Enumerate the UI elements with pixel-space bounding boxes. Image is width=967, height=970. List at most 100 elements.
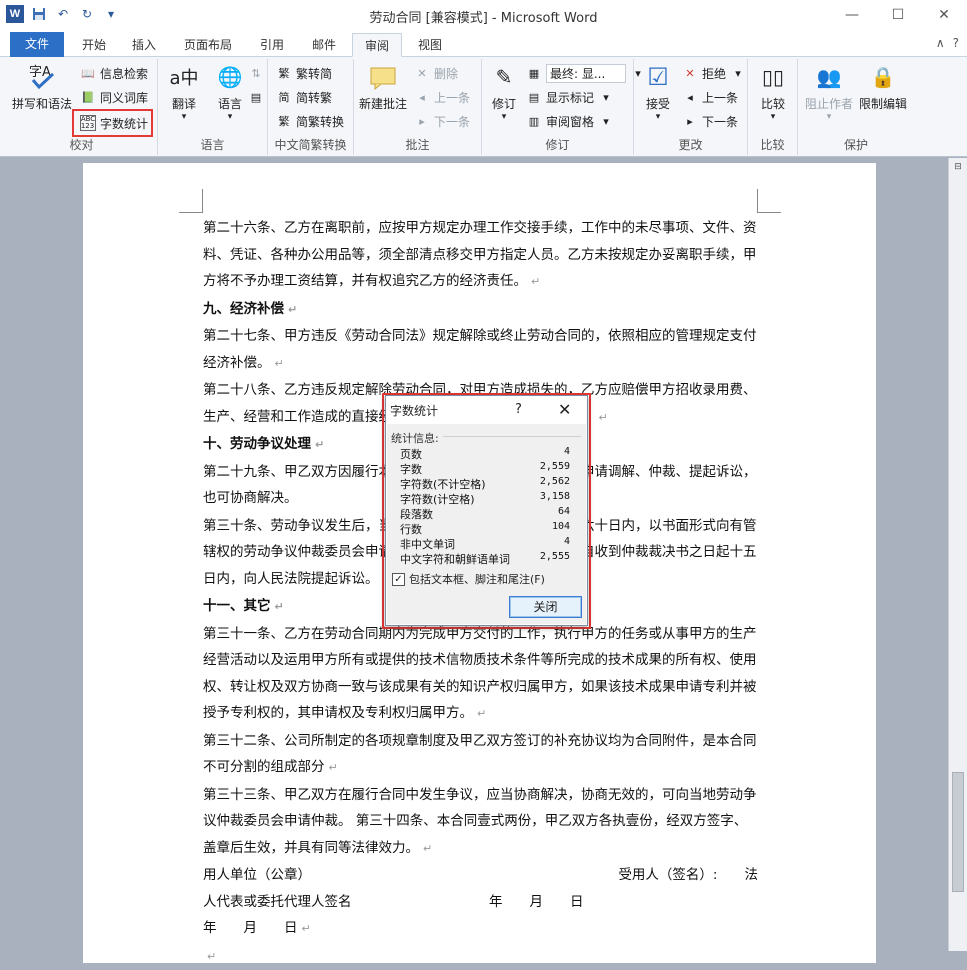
new-comment-button[interactable]: 新建批注 (356, 61, 410, 112)
dialog-help-button[interactable]: ? (515, 402, 522, 417)
show-markup-button[interactable]: ▤显示标记▾ (526, 87, 614, 107)
next-comment-button[interactable]: ▸下一条 (414, 111, 470, 131)
tab-page-layout[interactable]: 页面布局 (172, 33, 244, 57)
accept-button[interactable]: ☑ 接受▾ (638, 61, 678, 122)
language-button[interactable]: 🌐 语言▾ (208, 61, 252, 122)
restrict-editing-button[interactable]: 🔒 限制编辑 (856, 61, 910, 112)
research-icon: 📖 (80, 65, 96, 81)
group-label-changes: 更改 (634, 136, 747, 153)
paragraph-mark: ↵ (203, 943, 758, 970)
group-comments: 新建批注 ✕删除 ◂上一条 ▸下一条 批注 (354, 59, 482, 155)
prev-comment-button[interactable]: ◂上一条 (414, 87, 470, 107)
prev-change-icon: ◂ (682, 89, 698, 105)
tab-home[interactable]: 开始 (70, 33, 118, 57)
crop-mark (179, 189, 203, 213)
convert-button[interactable]: 繁简繁转换 (276, 111, 344, 131)
stat-row: 行数104 (400, 521, 570, 536)
tab-view[interactable]: 视图 (406, 33, 454, 57)
track-changes-icon: ✎ (488, 61, 520, 93)
checkbox[interactable]: ✓ (392, 573, 405, 586)
group-compare: ▯▯ 比较▾ 比较 (748, 59, 798, 155)
paragraph: 第三十二条、公司所制定的各项规章制度及甲乙双方签订的补充协议均为合同附件，是本合… (203, 728, 758, 782)
compare-icon: ▯▯ (757, 61, 789, 93)
next-change-button[interactable]: ▸下一条 (682, 111, 738, 131)
compare-button[interactable]: ▯▯ 比较▾ (752, 61, 794, 122)
signature-line: 年 月 日↵ (203, 915, 758, 943)
stat-row: 字数2,559 (400, 461, 570, 476)
close-button[interactable]: 关闭 (509, 596, 582, 618)
tab-review[interactable]: 审阅 (352, 33, 402, 57)
word-count-dialog: 字数统计 ? ✕ 统计信息: 页数4 字数2,559 字符数(不计空格)2,56… (385, 395, 588, 626)
to-simplified-icon: 繁 (276, 65, 292, 81)
minimize-button[interactable]: — (829, 0, 875, 30)
tab-references[interactable]: 引用 (248, 33, 296, 57)
display-review-icon: ▦ (526, 65, 542, 81)
include-textboxes-checkbox[interactable]: ✓ 包括文本框、脚注和尾注(F) (392, 571, 545, 587)
group-label-comments: 批注 (354, 136, 481, 153)
signature-line: 人代表或委托代理人签名年 月 日 (203, 889, 758, 916)
window-title: 劳动合同 [兼容模式] - Microsoft Word (0, 7, 967, 26)
to-simplified-button[interactable]: 繁繁转简 (276, 63, 332, 83)
minimize-ribbon-icon[interactable]: ∧ (936, 36, 945, 50)
ribbon: 字A 拼写和语法 📖信息检索 📗同义词库 ABC123字数统计 校对 a中 翻译… (0, 57, 967, 157)
help-icon[interactable]: ? (953, 36, 959, 50)
ribbon-tabs: 文件 开始 插入 页面布局 引用 邮件 审阅 视图 ∧ ? (0, 30, 967, 57)
thesaurus-button[interactable]: 📗同义词库 (80, 87, 148, 107)
crop-mark (757, 189, 781, 213)
group-label-tracking: 修订 (482, 136, 633, 153)
group-label-compare: 比较 (748, 136, 797, 153)
globe-icon: 🌐 (214, 61, 246, 93)
dialog-close-icon[interactable]: ✕ (558, 400, 571, 419)
spell-check-button[interactable]: 字A 拼写和语法 (10, 61, 74, 112)
delete-comment-button[interactable]: ✕删除 (414, 63, 458, 83)
paragraph: 第二十六条、乙方在离职前，应按甲方规定办理工作交接手续，工作中的未尽事项、文件、… (203, 215, 758, 296)
reviewing-pane-button[interactable]: ▥审阅窗格▾ (526, 111, 614, 131)
signature-line: 用人单位（公章）受用人（签名）: 法 (203, 862, 758, 889)
reviewing-pane-icon: ▥ (526, 113, 542, 129)
stat-row: 非中文单词4 (400, 536, 570, 551)
dialog-body: 统计信息: 页数4 字数2,559 字符数(不计空格)2,562 字符数(计空格… (387, 424, 586, 624)
research-button[interactable]: 📖信息检索 (80, 63, 148, 83)
next-change-icon: ▸ (682, 113, 698, 129)
language-option-icon[interactable]: ▤ (248, 87, 264, 107)
tab-insert[interactable]: 插入 (120, 33, 168, 57)
close-window-button[interactable]: ✕ (921, 0, 967, 30)
translate-button[interactable]: a中 翻译▾ (162, 61, 206, 122)
stat-row: 段落数64 (400, 506, 570, 521)
tab-mailings[interactable]: 邮件 (300, 33, 348, 57)
to-traditional-button[interactable]: 简简转繁 (276, 87, 332, 107)
tab-file[interactable]: 文件 (10, 32, 64, 57)
paragraph: 第三十三条、甲乙双方在履行合同中发生争议，应当协商解决，协商无效的，可向当地劳动… (203, 782, 758, 863)
maximize-button[interactable]: ☐ (875, 0, 921, 30)
spell-check-label: 拼写和语法 (12, 97, 72, 111)
group-label-protect: 保护 (798, 136, 914, 153)
reject-icon: ✕ (682, 65, 698, 81)
reject-button[interactable]: ✕拒绝▾ (682, 63, 746, 83)
group-label-language: 语言 (158, 136, 267, 153)
group-label-chinese: 中文简繁转换 (268, 136, 353, 153)
scroll-thumb[interactable] (952, 772, 964, 892)
vertical-scrollbar[interactable]: ⊟ (948, 158, 967, 951)
ruler-toggle-icon[interactable]: ⊟ (952, 162, 964, 176)
group-tracking: ✎ 修订▾ ▦最终: 显...▾ ▤显示标记▾ ▥审阅窗格▾ 修订 (482, 59, 634, 155)
group-language: a中 翻译▾ 🌐 语言▾ ⇅ ▤ 语言 (158, 59, 268, 155)
prev-change-button[interactable]: ◂上一条 (682, 87, 738, 107)
show-markup-icon: ▤ (526, 89, 542, 105)
dialog-title: 字数统计 (390, 402, 438, 419)
section-heading: 九、经济补偿↵ (203, 296, 758, 324)
new-comment-icon (367, 61, 399, 93)
thesaurus-icon: 📗 (80, 89, 96, 105)
checkbox-label: 包括文本框、脚注和尾注(F) (409, 571, 545, 587)
stat-row: 中文字符和朝鲜语单词2,555 (400, 551, 570, 566)
next-comment-icon: ▸ (414, 113, 430, 129)
translate-icon: a中 (168, 61, 200, 93)
block-authors-button[interactable]: 👥 阻止作者▾ (802, 61, 856, 122)
accept-icon: ☑ (642, 61, 674, 93)
stats-heading: 统计信息: (391, 430, 439, 446)
title-bar: W ↶ ↻ ▾ 劳动合同 [兼容模式] - Microsoft Word — ☐… (0, 0, 967, 30)
group-changes: ☑ 接受▾ ✕拒绝▾ ◂上一条 ▸下一条 更改 (634, 59, 748, 155)
delete-comment-icon: ✕ (414, 65, 430, 81)
track-changes-button[interactable]: ✎ 修订▾ (484, 61, 524, 122)
display-for-review-select[interactable]: ▦最终: 显...▾ (526, 63, 646, 83)
prev-comment-icon: ◂ (414, 89, 430, 105)
